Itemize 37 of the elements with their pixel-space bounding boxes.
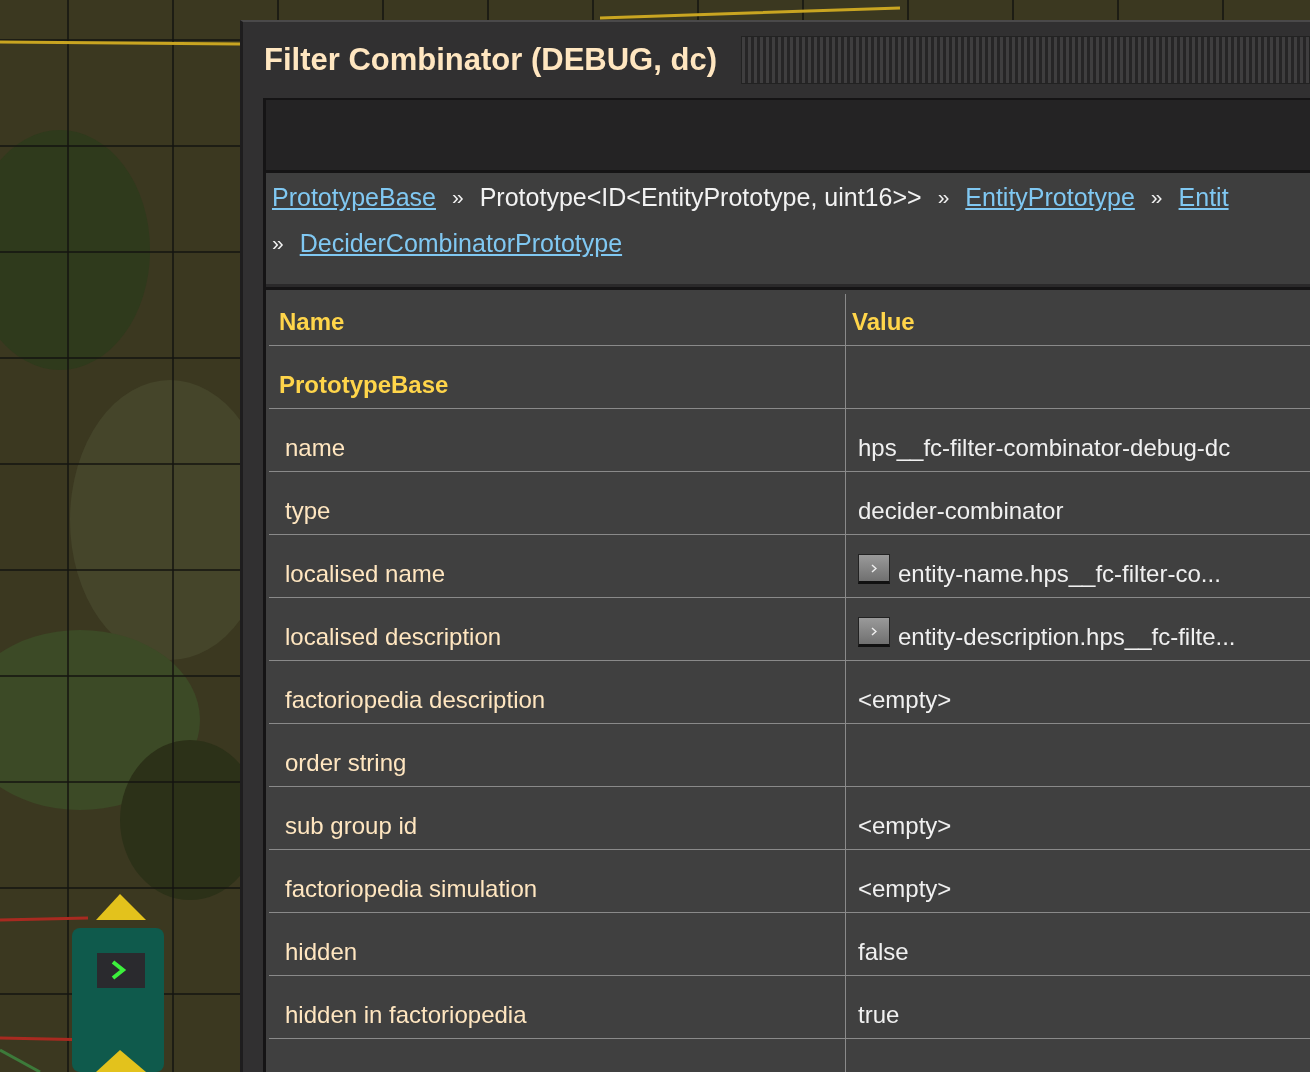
column-header: Name [279,308,345,336]
breadcrumb-link[interactable]: DeciderCombinatorPrototype [299,227,623,259]
property-name: factoriopedia simulation [285,875,538,903]
property-name: factoriopedia description [285,686,546,714]
property-name: type [285,497,331,525]
expand-button[interactable] [858,617,890,647]
chevron-icon [871,563,877,573]
property-value: <empty> [858,812,952,840]
breadcrumb-item: Prototype<ID<EntityPrototype, uint16>> [479,182,922,213]
property-value: entity-description.hps__fc-filte... [898,623,1236,651]
property-name: sub group id [285,812,418,840]
drag-handle[interactable] [740,36,1310,84]
property-value: decider-combinator [858,497,1064,525]
property-value: hps__fc-filter-combinator-debug-dc [858,434,1231,462]
property-value: true [858,1001,900,1029]
chevron-icon [871,626,877,636]
breadcrumb-link[interactable]: PrototypeBase [272,181,436,213]
property-name: name [285,434,346,462]
expand-button[interactable] [858,554,890,584]
breadcrumb-separator: » [1150,184,1163,210]
property-value: <empty> [858,686,952,714]
property-name: hidden [285,938,358,966]
property-value: false [858,938,909,966]
property-name: hidden in factoriopedia [285,1001,527,1029]
property-name: localised description [285,623,502,651]
property-value: <empty> [858,875,952,903]
property-value: entity-name.hps__fc-filter-co... [898,560,1221,588]
breadcrumb-separator: » [452,184,464,210]
breadcrumb-link[interactable]: Entit [1178,181,1229,213]
property-name: localised name [285,560,446,588]
breadcrumb-separator: » [937,184,950,210]
breadcrumb-link[interactable]: EntityPrototype [965,181,1135,213]
window-title: Filter Combinator (DEBUG, dc) [264,42,717,78]
section-title: PrototypeBase [279,371,449,399]
breadcrumb-separator: » [272,230,284,256]
property-name: order string [285,749,407,777]
column-header: Value [852,308,915,336]
